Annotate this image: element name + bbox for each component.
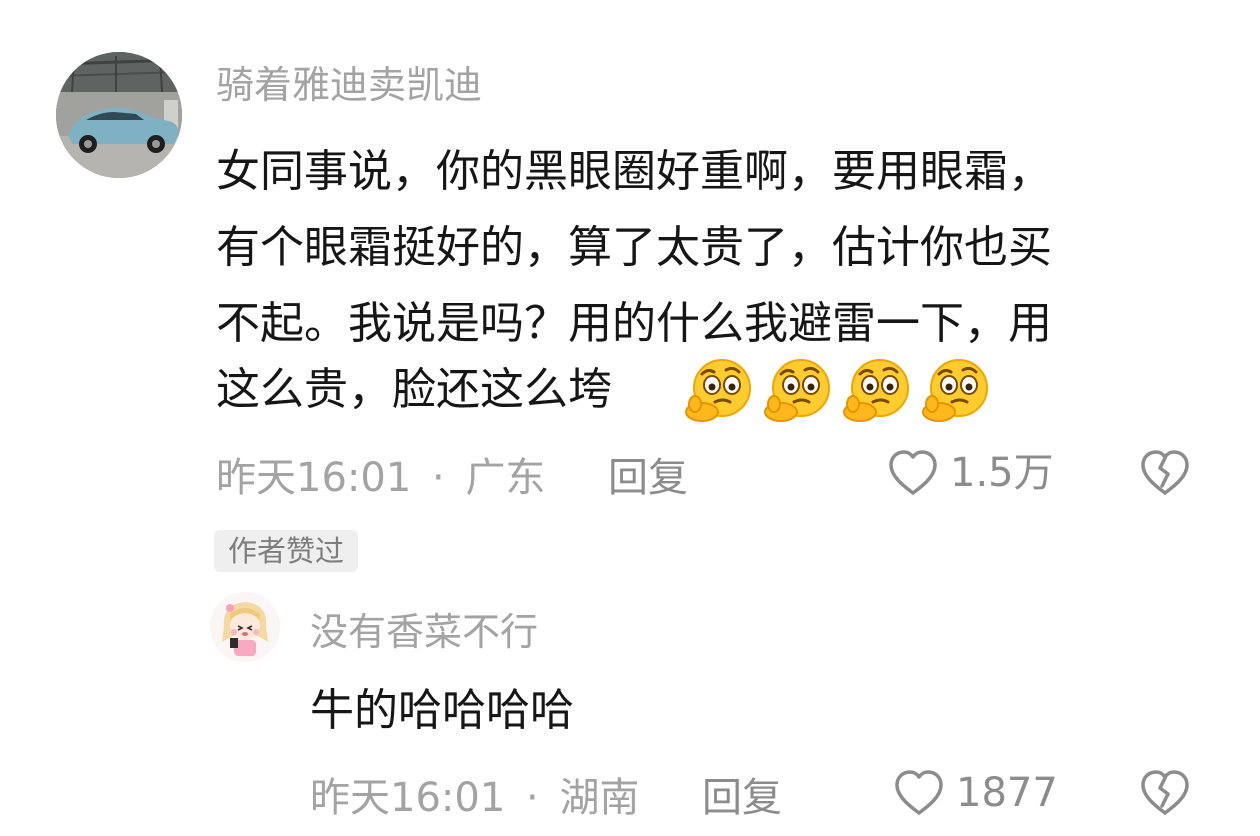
author-liked-badge: 作者赞过 <box>214 530 359 572</box>
broken-heart-icon <box>1141 770 1189 815</box>
heart-icon <box>889 450 937 495</box>
username[interactable]: 骑着雅迪卖凯迪 <box>216 66 482 104</box>
thinking-face-emoji <box>919 356 995 424</box>
avatar[interactable] <box>56 52 182 178</box>
timestamp: 昨天16:01 <box>310 775 506 821</box>
like-count: 1.5万 <box>950 450 1054 496</box>
comment-meta: 昨天16:01 · 广东 <box>216 458 545 498</box>
reply-avatar[interactable] <box>210 592 280 662</box>
separator-dot: · <box>432 455 445 501</box>
heart-icon <box>895 770 943 815</box>
dislike-button[interactable] <box>1138 448 1192 502</box>
comment-text-line: 这么贵，脸还这么垮 <box>216 364 612 415</box>
separator-dot: · <box>526 775 539 821</box>
dislike-button[interactable] <box>1138 768 1192 822</box>
car-avatar-image <box>56 52 182 178</box>
thinking-face-emoji <box>840 356 916 424</box>
reply-button[interactable]: 回复 <box>608 458 688 498</box>
reply-text: 牛的哈哈哈哈 <box>310 685 574 736</box>
like-count: 1877 <box>956 770 1058 816</box>
broken-heart-icon <box>1141 450 1189 495</box>
comment-text-line: 不起。我说是吗？用的什么我避雷一下，用 <box>216 298 1052 349</box>
reply-meta: 昨天16:01 · 湖南 <box>310 778 639 818</box>
comment-text-line: 女同事说，你的黑眼圈好重啊，要用眼霜， <box>216 146 1052 197</box>
like-button[interactable]: 1.5万 <box>886 448 1054 498</box>
like-button[interactable]: 1877 <box>892 768 1058 818</box>
anime-girl-avatar-image <box>210 592 280 662</box>
thinking-face-emoji <box>682 356 758 424</box>
thinking-face-emoji <box>761 356 837 424</box>
timestamp: 昨天16:01 <box>216 455 412 501</box>
comment-text-line: 有个眼霜挺好的，算了太贵了，估计你也买 <box>216 222 1052 273</box>
reply-button[interactable]: 回复 <box>702 778 782 818</box>
location: 湖南 <box>559 775 640 821</box>
emoji-group <box>682 356 995 424</box>
location: 广东 <box>465 455 546 501</box>
reply-username[interactable]: 没有香菜不行 <box>310 613 538 651</box>
